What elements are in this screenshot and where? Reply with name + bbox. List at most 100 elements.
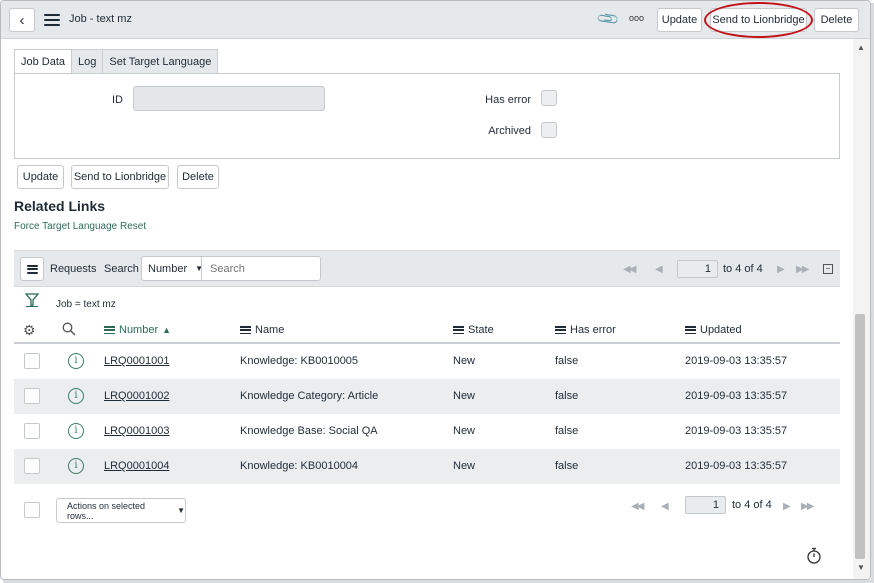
more-options-icon[interactable]: ooo	[629, 13, 644, 23]
header-update-button[interactable]: Update	[657, 8, 702, 32]
row-number-link[interactable]: LRQ0001003	[104, 425, 169, 437]
scroll-down-icon[interactable]: ▼	[857, 563, 865, 572]
vertical-scrollbar[interactable]: ▲ ▼	[853, 39, 870, 579]
first-page-icon[interactable]: ◀◀	[623, 264, 636, 275]
row-name: Knowledge: KB0010005	[240, 355, 359, 367]
last-page-icon[interactable]: ▶▶	[801, 501, 814, 512]
filter-icon[interactable]	[25, 293, 39, 307]
page-number-input[interactable]: 1	[677, 260, 718, 278]
tab-job-data[interactable]: Job Data	[14, 49, 73, 74]
column-header-name[interactable]: Name	[240, 324, 284, 336]
next-page-icon[interactable]: ▶	[783, 501, 791, 512]
page-title: Job - text mz	[69, 13, 132, 25]
scroll-up-icon[interactable]: ▲	[857, 43, 865, 52]
column-header-label: State	[468, 324, 494, 336]
search-field-value: Number	[148, 262, 188, 275]
paperclip-icon[interactable]: 📎	[595, 6, 621, 32]
tab-set-target-language[interactable]: Set Target Language	[102, 49, 219, 73]
sort-ascending-icon: ▲	[162, 325, 172, 335]
search-label: Search	[104, 263, 139, 275]
select-all-checkbox[interactable]	[24, 502, 40, 518]
column-header-number[interactable]: Number ▲	[104, 324, 171, 336]
form-tabs: Job Data Log Set Target Language	[14, 49, 219, 74]
tab-log[interactable]: Log	[71, 49, 104, 73]
row-name: Knowledge Category: Article	[240, 390, 379, 402]
app-window: ‹ Job - text mz 📎 ooo Update Send to Lio…	[0, 0, 871, 580]
column-menu-icon[interactable]	[685, 326, 696, 334]
row-number-link[interactable]: LRQ0001002	[104, 390, 169, 402]
header-send-to-lionbridge-button[interactable]: Send to Lionbridge	[710, 8, 807, 32]
row-has-error: false	[555, 425, 579, 437]
last-page-icon[interactable]: ▶▶	[796, 264, 809, 275]
row-updated: 2019-09-03 13:35:57	[685, 425, 788, 437]
search-input[interactable]	[201, 256, 321, 281]
row-checkbox[interactable]	[24, 353, 40, 369]
row-number-link[interactable]: LRQ0001001	[104, 355, 169, 367]
filter-breadcrumb[interactable]: Job = text mz	[56, 299, 116, 310]
search-field-select[interactable]: Number ▼	[141, 256, 203, 281]
info-icon[interactable]: i	[68, 458, 84, 474]
list-menu-button[interactable]	[20, 257, 44, 281]
column-header-label: Name	[255, 324, 285, 336]
column-menu-icon[interactable]	[240, 326, 251, 334]
collapse-icon[interactable]: −	[823, 264, 833, 274]
column-menu-icon[interactable]	[453, 326, 464, 334]
row-checkbox[interactable]	[24, 458, 40, 474]
row-state: New	[453, 425, 476, 437]
table-row: i LRQ0001002 Knowledge Category: Article…	[14, 379, 840, 414]
hamburger-menu-icon[interactable]	[44, 14, 60, 26]
row-checkbox[interactable]	[24, 423, 40, 439]
archived-checkbox[interactable]	[541, 122, 557, 138]
row-updated: 2019-09-03 13:35:57	[685, 390, 788, 402]
column-header-has-error[interactable]: Has error	[555, 324, 616, 336]
page-range-text: to 4 of 4	[723, 263, 763, 275]
row-number-link[interactable]: LRQ0001004	[104, 460, 169, 472]
list-toolbar: Requests Search Number ▼ ◀◀ ◀ 1 to 4 of …	[14, 250, 840, 287]
scroll-thumb[interactable]	[855, 314, 865, 559]
table-row: i LRQ0001004 Knowledge: KB0010004 New fa…	[14, 449, 840, 484]
force-target-language-reset-link[interactable]: Force Target Language Reset	[14, 221, 146, 232]
archived-label: Archived	[488, 125, 531, 137]
gear-icon[interactable]: ⚙	[23, 322, 36, 339]
info-icon[interactable]: i	[68, 353, 84, 369]
related-links-title: Related Links	[14, 198, 106, 214]
row-updated: 2019-09-03 13:35:57	[685, 355, 788, 367]
actions-select[interactable]: Actions on selected rows... ▼	[56, 498, 186, 523]
row-name: Knowledge Base: Social QA	[240, 425, 378, 437]
stopwatch-icon[interactable]	[806, 547, 822, 565]
footer-page-number-input[interactable]: 1	[685, 496, 726, 514]
row-state: New	[453, 460, 476, 472]
next-page-icon[interactable]: ▶	[777, 264, 785, 275]
chevron-down-icon: ▼	[177, 506, 185, 515]
column-header-label: Has error	[570, 324, 616, 336]
previous-page-icon[interactable]: ◀	[661, 501, 669, 512]
column-header-state[interactable]: State	[453, 324, 494, 336]
previous-page-icon[interactable]: ◀	[655, 264, 663, 275]
header-delete-button[interactable]: Delete	[814, 8, 859, 32]
id-field[interactable]	[133, 86, 325, 111]
job-data-panel: ID Has error Archived	[14, 73, 840, 159]
column-header-label: Updated	[700, 324, 742, 336]
delete-button[interactable]: Delete	[177, 165, 219, 189]
first-page-icon[interactable]: ◀◀	[631, 501, 644, 512]
has-error-label: Has error	[485, 94, 531, 106]
column-menu-icon[interactable]	[555, 326, 566, 334]
update-button[interactable]: Update	[17, 165, 64, 189]
row-has-error: false	[555, 355, 579, 367]
send-to-lionbridge-button[interactable]: Send to Lionbridge	[71, 165, 169, 189]
table-row: i LRQ0001001 Knowledge: KB0010005 New fa…	[14, 344, 840, 379]
row-checkbox[interactable]	[24, 388, 40, 404]
info-icon[interactable]: i	[68, 388, 84, 404]
column-menu-icon[interactable]	[104, 326, 115, 334]
column-header-updated[interactable]: Updated	[685, 324, 742, 336]
list-title: Requests	[50, 263, 97, 275]
info-icon[interactable]: i	[68, 423, 84, 439]
row-has-error: false	[555, 390, 579, 402]
row-has-error: false	[555, 460, 579, 472]
search-icon[interactable]	[62, 322, 76, 336]
row-state: New	[453, 390, 476, 402]
id-label: ID	[112, 94, 123, 106]
back-button[interactable]: ‹	[9, 8, 35, 32]
hamburger-icon	[26, 264, 38, 274]
has-error-checkbox[interactable]	[541, 90, 557, 106]
